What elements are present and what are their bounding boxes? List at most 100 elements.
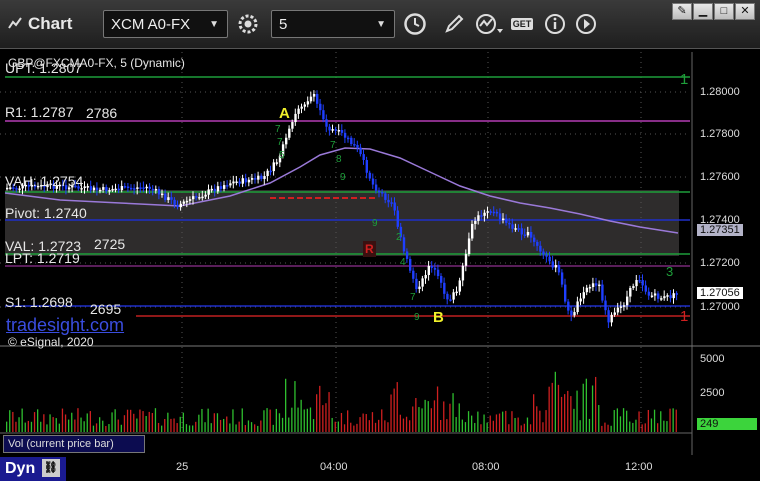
edit-window-button[interactable]: ✎ [672, 3, 692, 20]
candle-body [641, 280, 644, 286]
volume-bar [362, 413, 364, 432]
candle-body [250, 178, 254, 180]
marker-three: 3 [666, 264, 674, 279]
minimize-button[interactable]: ▁ [693, 3, 713, 20]
candle-body [328, 126, 331, 131]
candle-body [198, 197, 201, 199]
chevron-down-icon[interactable]: ▼ [376, 11, 386, 39]
candle-body [173, 199, 176, 205]
candle-body [201, 196, 204, 199]
volume-bar [477, 411, 479, 432]
volume-bar [415, 397, 417, 432]
candle-body [337, 130, 341, 132]
volume-bar [604, 422, 606, 432]
candle-body [92, 187, 96, 191]
volume-bar [629, 421, 631, 432]
draw-pencil-button[interactable] [440, 10, 468, 38]
interval-field[interactable]: 5 ▼ [271, 10, 395, 38]
settings-gear-button[interactable] [234, 10, 262, 38]
volume-bar [378, 419, 380, 432]
dynamic-mode-button[interactable]: Dyn ⛓ [0, 457, 66, 481]
candle-body [557, 265, 561, 273]
time-tick: 25 [176, 461, 189, 473]
candle-body [638, 280, 641, 282]
candle-body [362, 154, 365, 161]
candle-body [343, 132, 347, 138]
volume-bar [402, 418, 405, 432]
volume-bar [232, 409, 234, 432]
volume-bar [148, 411, 150, 432]
volume-bar [139, 409, 141, 432]
candle-body [213, 188, 217, 192]
volume-bar [396, 382, 398, 432]
candle-body [564, 284, 567, 302]
close-button[interactable]: ✕ [735, 3, 755, 20]
candle-body [309, 96, 313, 102]
volume-bar [331, 417, 333, 432]
candle-body [644, 285, 647, 292]
volume-bar [266, 408, 268, 432]
volume-bar [384, 420, 386, 432]
candle-body [601, 284, 604, 301]
studies-button[interactable] [473, 10, 507, 38]
volume-bar [278, 413, 281, 432]
candle-body [86, 186, 89, 188]
candle-body [433, 267, 437, 270]
chevron-down-icon[interactable]: ▼ [209, 11, 219, 39]
volume-bar [210, 423, 212, 432]
volume-bar [247, 420, 250, 432]
volume-bar [591, 385, 594, 432]
candle-body [498, 213, 502, 220]
maximize-button[interactable]: □ [714, 3, 734, 20]
candle-body [229, 183, 232, 186]
symbol-field[interactable]: XCM A0-FX ▼ [103, 10, 228, 38]
candle-body [117, 188, 120, 191]
chart-area[interactable]: 775 789 924 79 GBP@FXCMA0-FX, 5 (Dynamic… [0, 48, 760, 481]
candle-body [195, 196, 198, 198]
watermark-link[interactable]: tradesight.com [6, 316, 124, 334]
volume-study-label[interactable]: Vol (current price bar) [3, 435, 145, 453]
candle-body [170, 197, 173, 200]
volume-bar [632, 422, 634, 432]
volume-bar [598, 405, 600, 432]
candle-body [452, 292, 455, 300]
volume-bar [365, 414, 367, 432]
volume-bar [539, 410, 541, 432]
candle-body [257, 175, 260, 180]
candle-body [139, 187, 142, 189]
candle-body [508, 222, 511, 225]
candle-body [142, 187, 145, 189]
svg-text:9: 9 [340, 172, 346, 183]
volume-bar [272, 424, 274, 432]
candle-body [520, 228, 523, 235]
candle-body [471, 223, 474, 239]
volume-bar [241, 408, 243, 432]
volume-bar [263, 410, 265, 432]
candle-body [105, 187, 108, 192]
candle-body [300, 106, 303, 109]
volume-bar [105, 425, 107, 432]
volume-bar [294, 381, 296, 432]
volume-bar [322, 405, 324, 432]
candle-body [657, 293, 660, 299]
volume-tag: 249 [697, 418, 757, 430]
candle-body [495, 211, 499, 214]
gear-icon [238, 14, 258, 34]
candle-body [89, 186, 93, 191]
volume-bar [207, 408, 209, 432]
candle-body [666, 295, 669, 297]
volume-bar [102, 420, 104, 432]
get-data-button[interactable]: GET [507, 10, 537, 38]
volume-bar [334, 421, 336, 432]
volume-bar [21, 408, 23, 432]
symbol-value: XCM A0-FX [111, 16, 191, 33]
play-button[interactable] [572, 10, 600, 38]
volume-bar [328, 392, 330, 432]
volume-bar [545, 410, 547, 432]
volume-bar [260, 420, 262, 432]
candle-body [486, 211, 489, 213]
candle-body [148, 186, 151, 189]
candle-body [526, 231, 530, 236]
info-button[interactable] [541, 10, 569, 38]
clock-button[interactable] [401, 10, 429, 38]
